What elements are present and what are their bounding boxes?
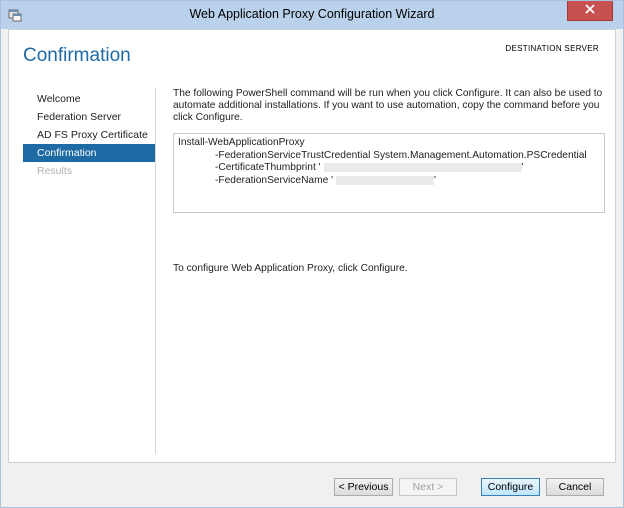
wizard-window: Web Application Proxy Configuration Wiza…: [0, 0, 624, 508]
powershell-command-box[interactable]: Install-WebApplicationProxy -FederationS…: [173, 133, 605, 213]
command-line-1: Install-WebApplicationProxy: [178, 137, 305, 148]
previous-button[interactable]: < Previous: [334, 478, 393, 496]
redacted-service-name: [336, 175, 435, 185]
federation-service-name-param: -FederationServiceName ': [215, 174, 334, 186]
nav-item-federation-server[interactable]: Federation Server: [23, 108, 155, 126]
cancel-button[interactable]: Cancel: [546, 478, 604, 496]
nav-divider: [155, 88, 156, 454]
title-bar[interactable]: Web Application Proxy Configuration Wiza…: [1, 1, 623, 29]
next-button: Next >: [399, 478, 457, 496]
wizard-content: Confirmation DESTINATION SERVER Welcome …: [8, 29, 616, 463]
nav-item-welcome[interactable]: Welcome: [23, 90, 155, 108]
intro-text: The following PowerShell command will be…: [173, 88, 603, 123]
footer-buttons: < Previous Next > Configure Cancel: [1, 471, 623, 501]
wizard-nav: Welcome Federation Server AD FS Proxy Ce…: [23, 90, 155, 180]
close-button[interactable]: [567, 1, 613, 21]
outro-text: To configure Web Application Proxy, clic…: [173, 263, 408, 274]
command-line-4: -FederationServiceName ' ': [178, 175, 600, 188]
command-line-3: -CertificateThumbprint ' ': [178, 162, 600, 175]
certificate-thumbprint-param: -CertificateThumbprint ': [215, 162, 321, 174]
nav-item-ad-fs-proxy-certificate[interactable]: AD FS Proxy Certificate: [23, 126, 155, 144]
certificate-thumbprint-quote: ': [521, 162, 524, 174]
nav-item-results: Results: [37, 165, 73, 177]
federation-service-name-quote: ': [434, 174, 436, 186]
command-line-2: -FederationServiceTrustCredential System…: [215, 149, 587, 161]
configure-button[interactable]: Configure: [481, 478, 540, 496]
destination-server-label: DESTINATION SERVER: [505, 44, 599, 53]
redacted-thumbprint: [323, 163, 522, 172]
close-icon: [585, 4, 595, 17]
window-title: Web Application Proxy Configuration Wiza…: [189, 7, 435, 21]
page-title: Confirmation: [23, 45, 131, 66]
nav-item-confirmation[interactable]: Confirmation: [23, 144, 155, 162]
main-panel: The following PowerShell command will be…: [173, 88, 605, 274]
